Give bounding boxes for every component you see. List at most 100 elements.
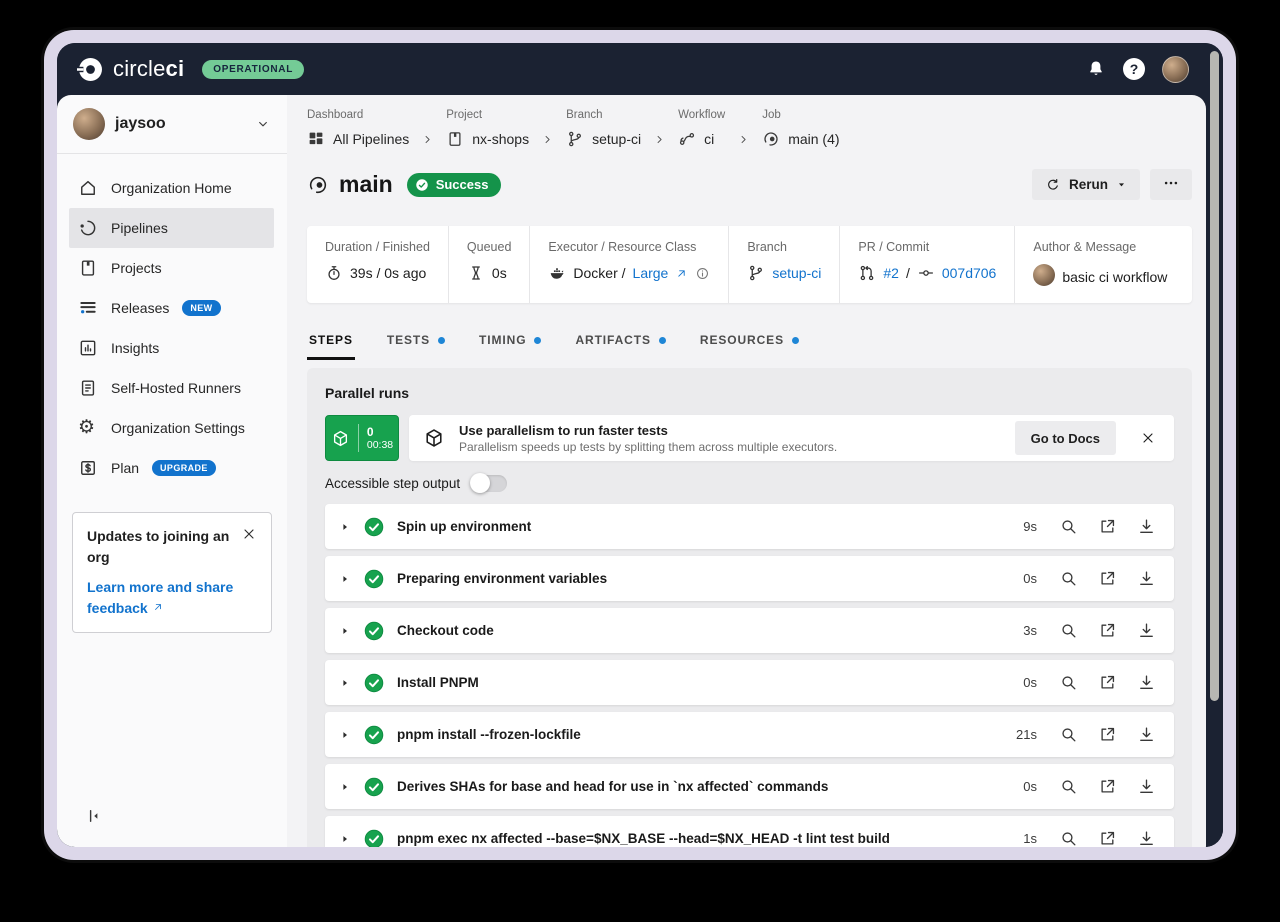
download-icon[interactable]	[1137, 517, 1156, 536]
search-icon[interactable]	[1059, 673, 1078, 692]
circleci-logo[interactable]: circleci	[77, 56, 184, 83]
page-title: main	[339, 171, 393, 198]
step-duration: 0s	[1023, 571, 1037, 586]
summary-value-part[interactable]: Large	[633, 265, 669, 281]
sidebar-item[interactable]: Organization Home	[69, 168, 274, 208]
more-actions-button[interactable]	[1150, 169, 1192, 200]
sidebar-item[interactable]: Insights	[69, 328, 274, 368]
sidebar-item-badge: NEW	[182, 300, 220, 316]
sidebar-item-label: Self-Hosted Runners	[111, 380, 241, 396]
caret-right-icon[interactable]	[339, 729, 351, 741]
caret-right-icon[interactable]	[339, 833, 351, 845]
search-icon[interactable]	[1059, 517, 1078, 536]
open-step-icon[interactable]	[1098, 569, 1117, 588]
bell-icon[interactable]	[1086, 59, 1106, 79]
caret-right-icon[interactable]	[339, 781, 351, 793]
rerun-icon	[1045, 177, 1061, 193]
sidebar-item[interactable]: Plan UPGRADE	[69, 448, 274, 488]
summary-value-part[interactable]: 007d706	[942, 265, 997, 281]
breadcrumb-item: Project nx-shops	[446, 109, 566, 148]
open-step-icon[interactable]	[1098, 777, 1117, 796]
download-icon[interactable]	[1137, 621, 1156, 640]
accessible-output-toggle[interactable]	[470, 475, 507, 492]
open-step-icon[interactable]	[1098, 517, 1117, 536]
step-row[interactable]: Spin up environment 9s	[325, 504, 1174, 549]
download-icon[interactable]	[1137, 725, 1156, 744]
open-step-icon[interactable]	[1098, 673, 1117, 692]
search-icon[interactable]	[1059, 569, 1078, 588]
download-icon[interactable]	[1137, 777, 1156, 796]
sidebar-item[interactable]: Pipelines	[69, 208, 274, 248]
step-row[interactable]: pnpm exec nx affected --base=$NX_BASE --…	[325, 816, 1174, 847]
sidebar: jaysoo Organization Home Pipelines Proje…	[57, 95, 287, 847]
summary-value-part[interactable]: #2	[883, 265, 899, 281]
download-icon[interactable]	[1137, 569, 1156, 588]
banner-text: Use parallelism to run faster tests Para…	[459, 423, 1001, 454]
go-to-docs-button[interactable]: Go to Docs	[1015, 421, 1116, 455]
parallel-run-selector[interactable]: 0 00:38	[325, 415, 399, 461]
settings-icon: ⚙	[78, 418, 98, 438]
plan-icon	[78, 458, 98, 478]
sidebar-item[interactable]: Releases NEW	[69, 288, 274, 328]
summary-value-part[interactable]: setup-ci	[772, 265, 821, 281]
tab[interactable]: TESTS	[387, 333, 445, 360]
step-row[interactable]: Preparing environment variables 0s	[325, 556, 1174, 601]
close-icon[interactable]	[1130, 430, 1166, 446]
tab[interactable]: TIMING	[479, 333, 541, 360]
open-step-icon[interactable]	[1098, 829, 1117, 847]
open-step-icon[interactable]	[1098, 725, 1117, 744]
help-icon[interactable]: ?	[1123, 58, 1145, 80]
tab[interactable]: RESOURCES	[700, 333, 799, 360]
search-icon[interactable]	[1059, 777, 1078, 796]
sidebar-item-label: Releases	[111, 300, 169, 316]
breadcrumb-link[interactable]: main (4)	[762, 130, 839, 148]
tab[interactable]: ARTIFACTS	[575, 333, 665, 360]
job-actions: Rerun	[1032, 169, 1192, 200]
breadcrumb-link[interactable]: nx-shops	[446, 130, 529, 148]
summary-value: #2/007d706	[858, 264, 996, 282]
search-icon[interactable]	[1059, 621, 1078, 640]
breadcrumb-link[interactable]: All Pipelines	[307, 130, 409, 148]
search-icon[interactable]	[1059, 725, 1078, 744]
step-name: Derives SHAs for base and head for use i…	[397, 779, 1023, 794]
summary-label: Author & Message	[1033, 240, 1167, 254]
job-icon	[762, 130, 780, 148]
rerun-button[interactable]: Rerun	[1032, 169, 1140, 200]
step-row[interactable]: Derives SHAs for base and head for use i…	[325, 764, 1174, 809]
caret-right-icon[interactable]	[339, 573, 351, 585]
close-icon[interactable]	[241, 526, 257, 568]
operational-status-badge[interactable]: OPERATIONAL	[202, 60, 304, 79]
tab-label: TIMING	[479, 333, 526, 347]
breadcrumb-link[interactable]: ci	[678, 130, 725, 148]
feedback-link[interactable]: Learn more and share feedback	[87, 577, 257, 619]
job-summary-section: PR / Commit #2/007d706	[839, 226, 1014, 303]
step-row[interactable]: pnpm install --frozen-lockfile 21s	[325, 712, 1174, 757]
sidebar-item-label: Projects	[111, 260, 162, 276]
external-arrow-icon[interactable]	[675, 267, 688, 280]
sidebar-item[interactable]: Self-Hosted Runners	[69, 368, 274, 408]
caret-right-icon[interactable]	[339, 677, 351, 689]
step-actions	[1059, 777, 1156, 796]
download-icon[interactable]	[1137, 673, 1156, 692]
scrollbar-thumb[interactable]	[1210, 51, 1219, 701]
caret-right-icon[interactable]	[339, 625, 351, 637]
step-row[interactable]: Install PNPM 0s	[325, 660, 1174, 705]
tab[interactable]: STEPS	[309, 333, 353, 360]
main-content: Dashboard All Pipelines Project nx-shops…	[287, 95, 1206, 847]
collapse-sidebar-icon[interactable]	[85, 807, 103, 825]
org-switcher[interactable]: jaysoo	[57, 95, 287, 153]
download-icon[interactable]	[1137, 829, 1156, 847]
step-actions	[1059, 569, 1156, 588]
search-icon[interactable]	[1059, 829, 1078, 847]
step-row[interactable]: Checkout code 3s	[325, 608, 1174, 653]
breadcrumb-link[interactable]: setup-ci	[566, 130, 641, 148]
sidebar-item[interactable]: ⚙ Organization Settings	[69, 408, 274, 448]
open-step-icon[interactable]	[1098, 621, 1117, 640]
projects-icon	[78, 258, 98, 278]
tab-label: STEPS	[309, 333, 353, 347]
caret-right-icon[interactable]	[339, 521, 351, 533]
summary-value-part: 39s / 0s ago	[350, 265, 426, 281]
breadcrumb-chevron-icon	[421, 133, 434, 148]
sidebar-item[interactable]: Projects	[69, 248, 274, 288]
user-avatar[interactable]	[1162, 56, 1189, 83]
